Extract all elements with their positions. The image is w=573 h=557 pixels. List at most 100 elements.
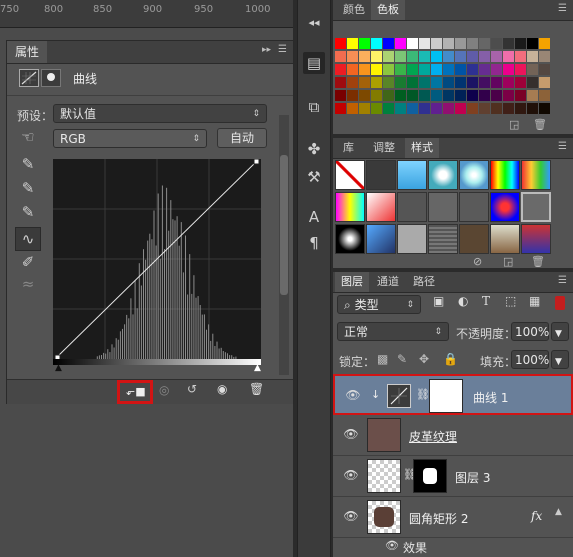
visibility-eye-icon[interactable]: ◉ [217, 382, 227, 396]
color-swatch[interactable] [431, 90, 442, 101]
style-preset[interactable] [366, 224, 396, 254]
opacity-slider-button[interactable]: ▼ [551, 322, 569, 341]
color-swatch[interactable] [455, 51, 466, 62]
style-preset[interactable] [366, 192, 396, 222]
color-swatch[interactable] [455, 90, 466, 101]
color-swatch[interactable] [347, 64, 358, 75]
color-swatch[interactable] [407, 51, 418, 62]
hand-adjust-icon[interactable]: ☜ [17, 126, 39, 148]
style-preset[interactable] [521, 160, 551, 190]
layer-thumbnail[interactable] [367, 418, 401, 452]
layer-row-layer3[interactable]: 👁 ⛓ 图层 3 [333, 456, 573, 497]
color-swatch[interactable] [515, 77, 526, 88]
curve-edit-icon[interactable]: ∿ [15, 227, 41, 251]
layer-row-curves[interactable]: 👁 ↓ ⛓ 曲线 1 [333, 374, 573, 415]
color-swatch[interactable] [395, 103, 406, 114]
layer-mask-thumbnail[interactable] [429, 379, 463, 413]
delete-swatch-icon[interactable]: 🗑 [533, 118, 547, 131]
new-style-icon[interactable]: ◲ [503, 255, 513, 268]
dock-collapse-icon[interactable]: ◂◂ [303, 12, 325, 34]
color-swatch[interactable] [455, 103, 466, 114]
color-swatch[interactable] [359, 90, 370, 101]
color-swatch[interactable] [503, 38, 514, 49]
color-swatch[interactable] [419, 64, 430, 75]
color-swatch[interactable] [383, 51, 394, 62]
effects-eye-icon[interactable]: 👁 [385, 539, 399, 552]
brush-presets-icon[interactable]: ✤ [303, 138, 325, 160]
tool-presets-icon[interactable]: ⚒ [303, 166, 325, 188]
color-swatch[interactable] [491, 90, 502, 101]
color-swatch[interactable] [419, 103, 430, 114]
color-swatch[interactable] [359, 77, 370, 88]
color-swatch[interactable] [347, 90, 358, 101]
color-swatch[interactable] [503, 64, 514, 75]
style-preset[interactable] [397, 160, 427, 190]
collapse-effects-icon[interactable]: ▲ [555, 507, 562, 517]
link-icon[interactable]: ⛓ [416, 388, 430, 401]
style-preset[interactable] [459, 160, 489, 190]
effects-fx-icon[interactable]: fx [531, 509, 542, 523]
color-swatch[interactable] [539, 90, 550, 101]
layer-row-rounded-rect[interactable]: 👁 圆角矩形 2 fx ▲ [333, 497, 573, 538]
view-previous-icon[interactable]: ◎ [159, 383, 169, 397]
color-swatch[interactable] [395, 51, 406, 62]
color-swatch[interactable] [371, 51, 382, 62]
color-swatch[interactable] [383, 38, 394, 49]
color-swatch[interactable] [503, 90, 514, 101]
color-swatch[interactable] [491, 38, 502, 49]
navigator-panel-icon[interactable]: ⧉ [303, 96, 325, 118]
color-swatch[interactable] [395, 77, 406, 88]
color-swatch[interactable] [335, 51, 346, 62]
color-swatch[interactable] [443, 51, 454, 62]
filter-type-icon[interactable]: T [482, 294, 490, 308]
color-swatch[interactable] [479, 64, 490, 75]
tab-color[interactable]: 颜色 [337, 0, 371, 20]
swatch-grid[interactable] [335, 38, 555, 116]
auto-button[interactable]: 自动 [217, 128, 267, 148]
clip-to-layer-button[interactable]: ⬐■ [117, 380, 153, 404]
color-swatch[interactable] [527, 38, 538, 49]
style-preset[interactable] [428, 192, 458, 222]
filter-toggle-icon[interactable] [555, 296, 565, 310]
color-swatch[interactable] [467, 64, 478, 75]
color-swatch[interactable] [479, 51, 490, 62]
collapse-icon[interactable]: ▸▸ [262, 45, 271, 55]
opacity-field[interactable]: 100% [511, 322, 549, 341]
color-swatch[interactable] [527, 103, 538, 114]
color-swatch[interactable] [407, 77, 418, 88]
color-swatch[interactable] [407, 103, 418, 114]
color-swatch[interactable] [371, 77, 382, 88]
eyedropper-white-icon[interactable]: ✎ [17, 201, 39, 223]
filter-smart-object-icon[interactable]: ▦ [529, 294, 540, 308]
visibility-eye-icon[interactable]: 👁 [342, 468, 360, 484]
color-swatch[interactable] [335, 64, 346, 75]
color-swatch[interactable] [527, 51, 538, 62]
color-swatch[interactable] [347, 77, 358, 88]
color-swatch[interactable] [431, 77, 442, 88]
style-preset[interactable] [490, 192, 520, 222]
color-swatch[interactable] [335, 103, 346, 114]
color-swatch[interactable] [479, 38, 490, 49]
eyedropper-black-icon[interactable]: ✎ [17, 153, 39, 175]
color-swatch[interactable] [347, 38, 358, 49]
color-swatch[interactable] [455, 38, 466, 49]
properties-tab[interactable]: 属性 [7, 41, 48, 63]
color-swatch[interactable] [491, 103, 502, 114]
color-swatch[interactable] [371, 103, 382, 114]
lock-transparent-icon[interactable]: ▩ [377, 352, 388, 366]
color-swatch[interactable] [383, 77, 394, 88]
color-swatch[interactable] [539, 38, 550, 49]
color-swatch[interactable] [419, 51, 430, 62]
fill-slider-button[interactable]: ▼ [551, 350, 569, 369]
lock-image-icon[interactable]: ✎ [397, 352, 407, 366]
color-swatch[interactable] [419, 77, 430, 88]
visibility-eye-icon[interactable]: 👁 [342, 509, 360, 525]
color-swatch[interactable] [527, 90, 538, 101]
preset-dropdown[interactable]: 默认值 ⇕ [53, 104, 267, 123]
mask-icon[interactable] [41, 69, 61, 87]
clear-style-icon[interactable]: ⊘ [473, 255, 482, 268]
lock-position-icon[interactable]: ✥ [419, 352, 429, 366]
visibility-eye-icon[interactable]: 👁 [344, 388, 362, 404]
paragraph-panel-icon[interactable]: ¶ [303, 232, 325, 254]
color-swatch[interactable] [431, 51, 442, 62]
